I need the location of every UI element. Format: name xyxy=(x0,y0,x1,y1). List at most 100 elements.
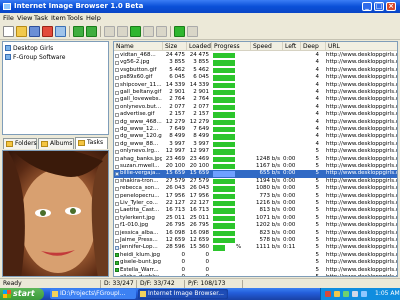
delete-icon[interactable] xyxy=(42,26,53,37)
progress-bar xyxy=(213,171,235,177)
column-header-speed[interactable]: Speed xyxy=(251,42,283,51)
image-file-icon xyxy=(115,201,119,206)
close-button[interactable]: × xyxy=(386,2,396,11)
column-header-loaded[interactable]: Loaded xyxy=(187,42,212,51)
cell-speed: 823 b/s xyxy=(259,229,280,236)
tree-item-fgroup-software[interactable]: F-Group Software xyxy=(5,53,65,62)
table-row[interactable]: shipcover_11... 14 339 14 339 4 http://www.d… xyxy=(114,82,397,89)
cell-progress xyxy=(212,141,250,148)
taskbar-item-explorer[interactable]: ID:\Projects\FGroupI... xyxy=(50,289,136,299)
column-header-left[interactable]: Left xyxy=(283,42,301,51)
table-row[interactable]: tylerkent.jpg 25 011 25 011 1071 b/s 0:00 5 ht… xyxy=(114,215,397,222)
start-icon[interactable] xyxy=(130,26,141,37)
tray-app-icon[interactable] xyxy=(325,291,331,297)
column-header-name[interactable]: Name xyxy=(114,42,163,51)
status-ready: Ready xyxy=(3,280,22,287)
cell-speed: 1111 b/s xyxy=(256,244,280,251)
menu-view[interactable]: View xyxy=(17,14,32,22)
table-row[interactable]: ps89x60.gif 6 045 6 045 4 http://www.desklop… xyxy=(114,74,397,81)
table-row[interactable]: vg56-2.jpg 3 855 3 855 4 http://www.desklopp… xyxy=(114,59,397,66)
menu-file[interactable]: File xyxy=(3,14,14,22)
cell-deep: 5 xyxy=(315,266,320,273)
table-row[interactable]: Jennifer-Lop... 28 596 15 360% 1111 b/s 0:11… xyxy=(114,244,397,251)
column-header-deep[interactable]: Deep xyxy=(301,42,326,51)
column-header-size[interactable]: Size xyxy=(163,42,187,51)
title-bar[interactable]: Internet Image Browser 1.0 Beta _ □ × xyxy=(0,0,400,13)
table-row[interactable]: gall_lovewebs... 2 764 2 764 4 http://www.de… xyxy=(114,96,397,103)
table-row[interactable]: onlynevo.but... 2 077 2 077 4 http://www.des… xyxy=(114,104,397,111)
cell-left xyxy=(283,111,300,118)
image-file-icon xyxy=(115,134,119,139)
tree-item-desktop-girls[interactable]: Desktop Girls xyxy=(5,44,54,53)
table-row[interactable]: rebecca_son... 26 043 26 043 1080 b/s 0:00 5 h… xyxy=(114,185,397,192)
tray-network-icon[interactable] xyxy=(334,291,340,297)
table-row[interactable]: jessica_alba... 16 098 16 098 823 b/s 0:00 5 h… xyxy=(114,229,397,237)
cell-progress xyxy=(212,52,250,59)
table-row[interactable]: billie-vergaja... 15 659 15 659 655 b/s 0:00… xyxy=(114,170,397,178)
table-row[interactable]: vidtan_468... 24 475 24 475 4 http://www.des… xyxy=(114,52,397,59)
cell-name: penelopecru... xyxy=(114,193,162,200)
table-row[interactable]: gall_beltany.gif 2 901 2 901 4 http://www.de… xyxy=(114,89,397,96)
table-row[interactable]: advertise.gif 2 157 2 157 4 http://www.deskl… xyxy=(114,111,397,118)
table-row[interactable]: Liv_Tyler_co... 22 127 22 127 1216 b/s 0:00 5… xyxy=(114,200,397,207)
minimize-button[interactable]: _ xyxy=(362,2,372,11)
pause-icon[interactable] xyxy=(143,26,154,37)
column-header-url[interactable]: URL xyxy=(326,42,397,51)
table-row[interactable]: dg_www_468... 12 279 12 279 4 http://www.des… xyxy=(114,119,397,126)
tray-update-icon[interactable] xyxy=(361,291,367,297)
tab-tasks[interactable]: Tasks xyxy=(75,137,108,149)
move-up-icon[interactable] xyxy=(73,26,84,37)
cell-url: http://www.deskloppgirls.com/... xyxy=(326,207,397,214)
menu-help[interactable]: Help xyxy=(86,14,101,22)
tab-folders[interactable]: Folders xyxy=(3,138,37,149)
move-down-icon[interactable] xyxy=(86,26,97,37)
table-row[interactable]: dg_www_120.gif 8 499 8 499 4 http://www.desk… xyxy=(114,133,397,140)
table-row[interactable]: vsgbutton.gif 5 462 5 462 4 http://www.deskl… xyxy=(114,67,397,74)
cell-url: http://www.deskloppgirls.com/... xyxy=(326,222,397,229)
play-icon[interactable] xyxy=(174,26,185,37)
open-icon[interactable] xyxy=(16,26,27,37)
table-row[interactable]: onlynevo.lrg... 12 997 12 997 5 http://www.d… xyxy=(114,148,397,155)
table-row[interactable]: dg_www_12... 7 649 7 649 4 http://www.desklo… xyxy=(114,126,397,133)
stop-icon[interactable] xyxy=(117,26,128,37)
new-icon[interactable] xyxy=(3,26,14,37)
table-row[interactable]: ahag_banks.jpg 23 469 23 469 1248 b/s 0:00 5 h… xyxy=(114,156,397,163)
cell-left xyxy=(283,89,300,96)
cell-size: 2 901 xyxy=(169,89,185,95)
table-row[interactable]: heidi_klum.jpg 0 0 5 http://www.deskloppgirl… xyxy=(114,252,397,259)
cell-loaded: 16 713 xyxy=(189,207,209,214)
table-row[interactable]: Laetita_Cast... 16 713 16 713 813 b/s 0:00 5 h… xyxy=(114,207,397,214)
image-file-icon xyxy=(115,186,119,191)
table-row[interactable]: shakira-tron... 27 579 27 579 1194 b/s 0:00 5… xyxy=(114,178,397,185)
table-row[interactable]: penelopecru... 17 956 17 956 773 b/s 0:00 5 ht… xyxy=(114,193,397,200)
cell-progress xyxy=(212,207,250,214)
table-row[interactable]: Jaime_Press... 12 659 12 659 578 b/s 0:00 5 ht… xyxy=(114,237,397,244)
save-icon[interactable] xyxy=(29,26,40,37)
table-row[interactable]: gisele-bunt.jpg 0 0 5 http://www.deskloppgir… xyxy=(114,259,397,266)
tray-security-icon[interactable] xyxy=(343,291,349,297)
menu-item[interactable]: Item xyxy=(51,14,66,22)
cell-url: http://www.deskloppgirls.com/... xyxy=(326,229,397,236)
start-button[interactable]: start xyxy=(0,288,44,300)
menu-task[interactable]: Task xyxy=(34,14,48,22)
table-row[interactable]: suzan.mwell... 20 100 20 100 1167 b/s 0:00 5 h… xyxy=(114,163,397,170)
properties-icon[interactable] xyxy=(55,26,66,37)
image-file-icon xyxy=(115,208,119,213)
table-row[interactable]: dg_www_88... 3 997 3 997 4 http://www.desklo… xyxy=(114,141,397,148)
cell-name: vsgbutton.gif xyxy=(114,67,162,74)
cell-loaded: 8 499 xyxy=(193,133,209,140)
table-row[interactable]: f1-010.jpg 26 795 26 795 1202 b/s 0:00 5 http:… xyxy=(114,222,397,229)
loop-icon[interactable] xyxy=(187,26,198,37)
column-header-progress[interactable]: Progress xyxy=(212,42,251,51)
tab-albums[interactable]: Albums xyxy=(38,138,74,149)
cell-progress xyxy=(212,104,250,111)
table-row[interactable]: Estella_Warr... 0 0 5 http://www.deskloppgir… xyxy=(114,266,397,274)
table-row[interactable]: elisha_duchku... 0 0 5 http://www.deskloppgi… xyxy=(114,274,397,276)
taskbar-item-image-browser[interactable]: Internet Image Browser... xyxy=(138,289,228,299)
menu-tools[interactable]: Tools xyxy=(67,14,83,22)
refresh-icon[interactable] xyxy=(104,26,115,37)
cell-speed: 1080 b/s xyxy=(256,185,280,192)
maximize-button[interactable]: □ xyxy=(374,2,384,11)
tray-volume-icon[interactable] xyxy=(352,291,358,297)
stop-all-icon[interactable] xyxy=(156,26,167,37)
